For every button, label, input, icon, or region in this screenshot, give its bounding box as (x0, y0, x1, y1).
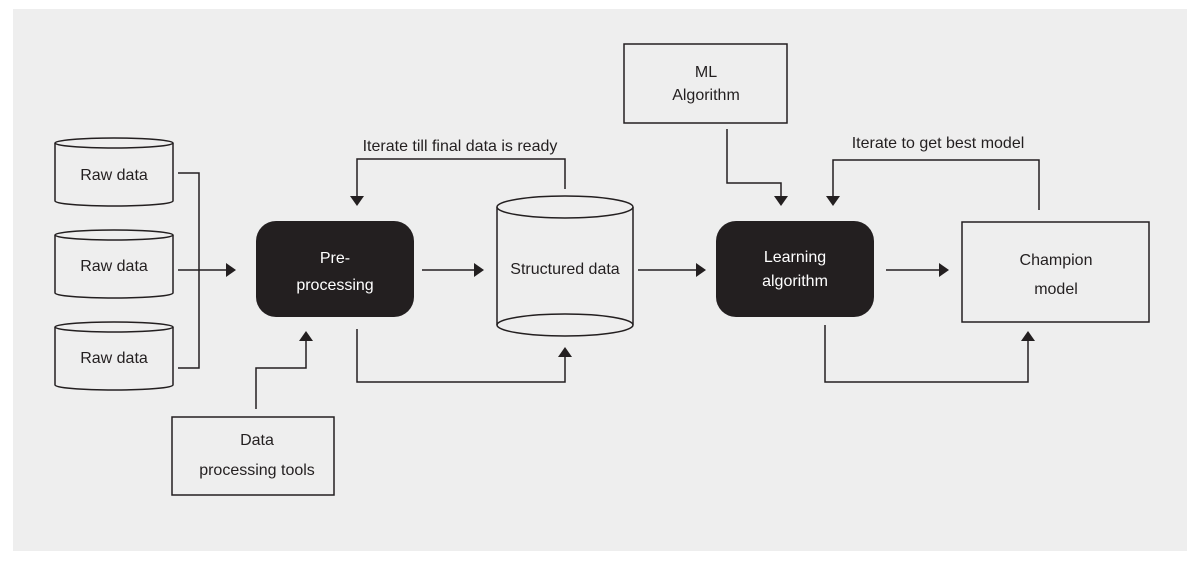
champion-model-node: Champion model (961, 221, 1150, 323)
ml-algorithm-node: ML Algorithm (623, 43, 788, 124)
raw-data-cylinder-3: Raw data (54, 321, 174, 391)
raw-data-cylinder-1: Raw data (54, 137, 174, 207)
cylinder-top (54, 137, 174, 149)
raw-data-cylinder-2: Raw data (54, 229, 174, 299)
node-label: Raw data (80, 167, 148, 184)
preprocessing-node: Pre- processing (256, 221, 414, 317)
node-box (171, 416, 335, 496)
node-label-line-2: algorithm (762, 273, 828, 290)
structured-data-cylinder: Structured data (496, 195, 634, 337)
ml-pipeline-diagram: Raw data Raw data Raw data Pre- processi… (13, 9, 1187, 551)
node-label-line-2: processing (296, 277, 373, 294)
node-box (256, 221, 414, 317)
node-label-line-1: Champion (1020, 252, 1093, 269)
node-label: Raw data (80, 258, 148, 275)
node-label: Structured data (510, 261, 620, 278)
node-label-line-2: Algorithm (672, 87, 740, 104)
node-box (623, 43, 788, 124)
node-box (716, 221, 874, 317)
node-label-line-1: ML (695, 64, 717, 81)
node-label-line-2: processing tools (199, 462, 315, 479)
node-label-line-1: Learning (764, 249, 826, 266)
node-label-line-1: Pre- (320, 250, 350, 267)
learning-algorithm-node: Learning algorithm (716, 221, 874, 317)
data-processing-tools-node: Data processing tools (171, 416, 335, 496)
cylinder-top (496, 195, 634, 219)
cylinder-top (54, 321, 174, 333)
node-box (961, 221, 1150, 323)
loop-label-model: Iterate to get best model (852, 135, 1025, 152)
cylinder-top (54, 229, 174, 241)
loop-label-data: Iterate till final data is ready (363, 138, 558, 155)
node-label-line-1: Data (240, 432, 274, 449)
node-label-line-2: model (1034, 281, 1078, 298)
node-label: Raw data (80, 350, 148, 367)
